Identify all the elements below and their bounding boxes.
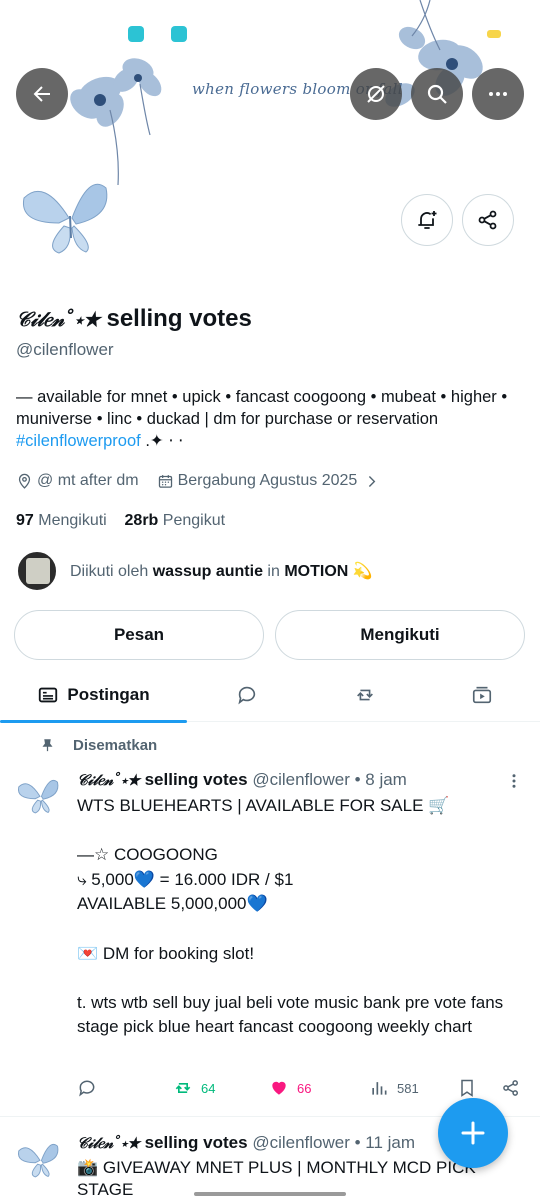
butterfly-avatar-image bbox=[17, 779, 59, 814]
repost-icon bbox=[357, 689, 373, 701]
bio-text: — available for mnet • upick • fancast c… bbox=[16, 388, 508, 428]
back-button[interactable] bbox=[16, 68, 68, 120]
media-video-icon bbox=[472, 686, 492, 704]
followed-by-mid: in bbox=[267, 563, 280, 580]
profile-display-name: 𝒞𝒾𝓁𝑒𝓃˚⋆★ selling votes bbox=[16, 305, 252, 333]
following-link[interactable]: 97 Mengikuti bbox=[16, 512, 107, 529]
pinned-indicator: Disematkan bbox=[40, 737, 157, 754]
message-button[interactable]: Pesan bbox=[14, 610, 264, 660]
bio-sparkles: .✦ ⋅ ⋅ bbox=[145, 432, 184, 450]
follower-avatar bbox=[16, 550, 58, 592]
butterfly-avatar-image bbox=[22, 183, 108, 254]
tab-media[interactable] bbox=[435, 668, 529, 722]
followed-by-prefix: Diikuti oleh bbox=[70, 563, 149, 580]
profile-bio: — available for mnet • upick • fancast c… bbox=[16, 386, 526, 452]
status-notification-icon bbox=[128, 26, 144, 42]
tweet-share-button[interactable] bbox=[501, 1078, 529, 1098]
views-chart-icon bbox=[372, 1082, 387, 1095]
follow-stats: 97 Mengikuti 28rb Pengikut bbox=[16, 512, 225, 530]
heart-filled-icon bbox=[272, 1081, 286, 1095]
tweet-author-fancy: 𝒞𝒾𝓁𝑒𝓃˚⋆★ bbox=[77, 1134, 140, 1152]
active-tab-indicator bbox=[0, 720, 187, 723]
reply-icon bbox=[79, 1080, 95, 1097]
arrow-left-icon bbox=[33, 86, 50, 102]
profile-tabs: Postingan bbox=[0, 668, 540, 723]
system-home-indicator[interactable] bbox=[194, 1192, 346, 1196]
display-name-fancy: 𝒞𝒾𝓁𝑒𝓃˚⋆★ bbox=[16, 307, 100, 331]
tweet-header: 𝒞𝒾𝓁𝑒𝓃˚⋆★ selling votes @cilenflower • 8 … bbox=[77, 770, 407, 790]
share-icon bbox=[478, 210, 497, 230]
tab-reposts[interactable] bbox=[318, 668, 412, 722]
status-battery-icon bbox=[487, 30, 501, 38]
profile-handle: @cilenflower bbox=[16, 340, 114, 359]
location-text: @ mt after dm bbox=[37, 472, 139, 489]
following-button[interactable]: Mengikuti bbox=[275, 610, 525, 660]
tab-posts-label: Postingan bbox=[67, 685, 150, 704]
search-icon bbox=[427, 84, 447, 104]
tweet-avatar[interactable] bbox=[14, 772, 66, 816]
tweet-handle-time: @cilenflower • 11 jam bbox=[252, 1133, 416, 1152]
tweet-author-fancy: 𝒞𝒾𝓁𝑒𝓃˚⋆★ bbox=[77, 771, 140, 789]
pin-icon bbox=[42, 739, 53, 752]
bookmark-button[interactable] bbox=[457, 1078, 485, 1098]
location-pin-icon bbox=[18, 473, 31, 489]
tweet-author-name[interactable]: selling votes bbox=[145, 770, 248, 789]
plus-icon bbox=[461, 1121, 485, 1145]
profile-avatar[interactable] bbox=[14, 168, 124, 258]
more-horizontal-icon bbox=[489, 92, 507, 96]
views-count: 581 bbox=[397, 1080, 419, 1096]
views-button[interactable]: 581 bbox=[369, 1078, 419, 1098]
followers-count: 28rb bbox=[124, 512, 159, 529]
tweet-avatar[interactable] bbox=[14, 1136, 66, 1180]
like-button[interactable]: 66 bbox=[269, 1078, 311, 1098]
status-notification-icon bbox=[171, 26, 187, 42]
profile-location: @ mt after dm bbox=[16, 472, 139, 490]
tab-replies[interactable] bbox=[200, 668, 294, 722]
tab-posts[interactable]: Postingan bbox=[0, 668, 187, 723]
bookmark-icon bbox=[461, 1079, 473, 1097]
share-profile-button[interactable] bbox=[462, 194, 514, 246]
reply-bubble-icon bbox=[238, 686, 256, 705]
like-count: 66 bbox=[297, 1080, 312, 1096]
posts-icon bbox=[39, 687, 58, 703]
search-button[interactable] bbox=[411, 68, 463, 120]
butterfly-avatar-image bbox=[17, 1143, 59, 1178]
retweet-button[interactable]: 64 bbox=[173, 1078, 215, 1098]
followed-by-row[interactable]: Diikuti oleh wassup auntie in MOTION 💫 bbox=[16, 550, 373, 592]
tweet-text: WTS BLUEHEARTS | AVAILABLE FOR SALE 🛒 —☆… bbox=[77, 796, 504, 1037]
followers-label: Pengikut bbox=[162, 512, 226, 529]
tweet-handle-time: @cilenflower • 8 jam bbox=[252, 770, 407, 789]
reply-button[interactable] bbox=[77, 1078, 105, 1098]
profile-meta: @ mt after dm Bergabung Agustus 2025 bbox=[16, 472, 398, 490]
notifications-subscribe-button[interactable] bbox=[401, 194, 453, 246]
tweet-author-name[interactable]: selling votes bbox=[145, 1133, 248, 1152]
bio-hashtag-link[interactable]: #cilenflowerproof bbox=[16, 432, 141, 450]
retweet-count: 64 bbox=[201, 1080, 216, 1096]
following-label: Mengikuti bbox=[38, 512, 107, 529]
joined-text: Bergabung Agustus 2025 bbox=[177, 472, 358, 489]
retweet-icon bbox=[175, 1083, 191, 1093]
tweet-header: 𝒞𝒾𝓁𝑒𝓃˚⋆★ selling votes @cilenflower • 11… bbox=[77, 1133, 415, 1153]
grok-button[interactable] bbox=[350, 68, 402, 120]
bell-plus-icon bbox=[418, 211, 437, 229]
chevron-right-icon bbox=[369, 475, 376, 487]
display-name-text: selling votes bbox=[106, 305, 252, 332]
following-count: 97 bbox=[16, 512, 34, 529]
followers-link[interactable]: 28rb Pengikut bbox=[125, 512, 226, 529]
followed-by-name2: MOTION 💫 bbox=[284, 563, 373, 580]
pinned-label: Disematkan bbox=[73, 737, 158, 754]
grok-slash-icon bbox=[367, 85, 385, 103]
compose-post-button[interactable] bbox=[438, 1098, 508, 1168]
share-icon bbox=[503, 1080, 518, 1096]
more-options-button[interactable] bbox=[472, 68, 524, 120]
tweet-more-icon[interactable] bbox=[505, 772, 523, 790]
calendar-icon bbox=[158, 474, 172, 488]
tweet-actions: 64 66 581 bbox=[77, 1078, 527, 1102]
followed-by-name1: wassup auntie bbox=[152, 563, 263, 580]
profile-joined[interactable]: Bergabung Agustus 2025 bbox=[157, 472, 381, 490]
